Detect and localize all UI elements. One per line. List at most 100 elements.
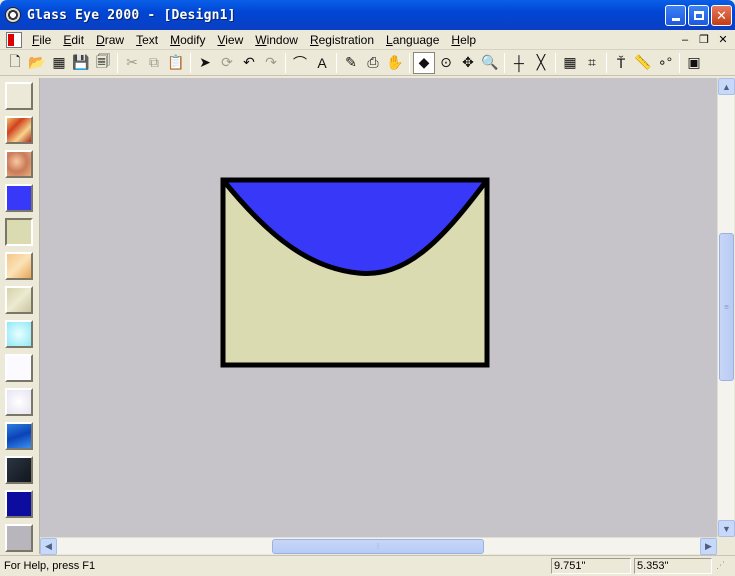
palette-swatch-streaky-red[interactable] — [5, 116, 33, 144]
cross-button[interactable]: ╳ — [530, 52, 552, 74]
glass-palette — [0, 78, 40, 554]
menu-registration[interactable]: Registration — [304, 33, 380, 47]
maximize-button[interactable] — [688, 5, 709, 26]
palette-swatch-dark-slate[interactable] — [5, 456, 33, 484]
menu-window[interactable]: Window — [249, 33, 304, 47]
grid-show-button[interactable]: ▦ — [559, 52, 581, 74]
line-button[interactable]: ┼ — [508, 52, 530, 74]
move-button[interactable]: ✥ — [457, 52, 479, 74]
design-drawing[interactable] — [40, 78, 717, 537]
nodes-button[interactable]: ∘° — [654, 52, 676, 74]
horizontal-scroll-thumb[interactable]: ⦙ — [272, 539, 484, 554]
menu-file[interactable]: File — [26, 33, 57, 47]
menu-modify[interactable]: Modify — [164, 33, 211, 47]
save-button[interactable]: 💾 — [70, 52, 92, 74]
toolbar-separator — [285, 52, 286, 73]
toolbar-separator — [555, 52, 556, 73]
palette-swatch-light-cyan[interactable] — [5, 320, 33, 348]
scroll-down-button[interactable]: ▼ — [718, 520, 735, 537]
grid-button[interactable]: ▦ — [48, 52, 70, 74]
maximize-icon — [693, 11, 704, 20]
mdi-minimize-button[interactable]: – — [677, 32, 693, 47]
grip-icon: ≡ — [724, 302, 729, 312]
horizontal-scrollbar[interactable]: ◀ ⦙ ▶ — [40, 537, 717, 555]
new-file-icon: 🗋 — [9, 52, 21, 69]
palette-swatch-white[interactable] — [5, 354, 33, 382]
print-preview-button[interactable]: 🗐 — [92, 52, 114, 74]
stamp-button[interactable]: ⎙ — [362, 52, 384, 74]
undo-button[interactable]: ↶ — [238, 52, 260, 74]
open-folder-button[interactable]: 📂 — [26, 52, 48, 74]
vertical-scroll-thumb[interactable]: ≡ — [719, 233, 734, 381]
close-button[interactable]: ✕ — [711, 5, 732, 26]
palette-swatch-blue[interactable] — [5, 184, 33, 212]
status-x-coordinate: 9.751" — [551, 558, 631, 574]
status-bar: For Help, press F1 9.751" 5.353" ⋰ — [0, 555, 735, 576]
scroll-up-button[interactable]: ▲ — [718, 78, 735, 95]
palette-swatch-navy[interactable] — [5, 490, 33, 518]
scroll-corner — [717, 537, 734, 554]
menu-label: ext — [142, 32, 159, 47]
redo-icon: ↷ — [265, 54, 277, 70]
save-icon: 💾 — [72, 54, 90, 70]
zoom-button[interactable]: 🔍 — [479, 52, 501, 74]
menu-help[interactable]: Help — [445, 33, 482, 47]
redo-button[interactable]: ↷ — [260, 52, 282, 74]
rotate-button[interactable]: ⟳ — [216, 52, 238, 74]
design-canvas[interactable] — [40, 78, 717, 537]
mdi-close-button[interactable]: ✕ — [715, 32, 731, 47]
hand-button[interactable]: ✋ — [384, 52, 406, 74]
pencil-button[interactable]: ✎ — [340, 52, 362, 74]
palette-swatch-cream[interactable] — [5, 218, 33, 246]
minimize-icon — [671, 18, 680, 21]
menu-view[interactable]: View — [211, 33, 249, 47]
menu-text[interactable]: Text — [130, 33, 164, 47]
app-icon[interactable] — [5, 7, 21, 23]
fill-bucket-icon: ◆ — [418, 54, 430, 70]
menu-label: elp — [460, 32, 477, 47]
scroll-right-button[interactable]: ▶ — [700, 538, 717, 555]
grip-icon: ⦙ — [377, 541, 379, 551]
text-cursor-button[interactable]: Ť — [610, 52, 632, 74]
menu-language[interactable]: Language — [380, 33, 445, 47]
palette-swatch-opal-white[interactable] — [5, 388, 33, 416]
snap-button[interactable]: ⌗ — [581, 52, 603, 74]
copy-button[interactable]: ⧉ — [143, 52, 165, 74]
palette-swatch-gray[interactable] — [5, 524, 33, 552]
mdi-restore-button[interactable]: ❐ — [696, 32, 712, 47]
cut-button[interactable]: ✂ — [121, 52, 143, 74]
palette-swatch-beige-texture[interactable] — [5, 286, 33, 314]
status-y-coordinate: 5.353" — [634, 558, 712, 574]
vertical-scrollbar[interactable]: ▲ ≡ ▼ — [717, 78, 735, 537]
toolbar-separator — [117, 52, 118, 73]
menu-mnemonic: D — [96, 32, 105, 47]
text-tool-button[interactable]: A — [311, 52, 333, 74]
new-file-button[interactable]: 🗋 — [4, 52, 26, 74]
menu-label: odify — [180, 32, 206, 47]
document-icon[interactable] — [6, 31, 22, 48]
palette-swatch-peach-texture[interactable] — [5, 252, 33, 280]
select-arrow-button[interactable]: ➤ — [194, 52, 216, 74]
print-preview-icon: 🗐 — [96, 52, 110, 69]
close-icon: ✕ — [716, 8, 727, 23]
menu-draw[interactable]: Draw — [90, 33, 130, 47]
paste-button[interactable]: 📋 — [165, 52, 187, 74]
title-bar[interactable]: Glass Eye 2000 - [Design1] ✕ — [0, 0, 735, 30]
palette-swatch-empty[interactable] — [5, 82, 33, 110]
arrow-left-icon: ◀ — [45, 541, 52, 551]
ruler-button[interactable]: 📏 — [632, 52, 654, 74]
scroll-left-button[interactable]: ◀ — [40, 538, 57, 555]
fill-bucket-button[interactable]: ◆ — [413, 51, 435, 74]
pattern-button[interactable]: ▣ — [683, 52, 705, 74]
palette-swatch-amber-mottled[interactable] — [5, 150, 33, 178]
menu-edit[interactable]: Edit — [57, 33, 90, 47]
target-button[interactable]: ⊙ — [435, 52, 457, 74]
cross-icon: ╳ — [536, 54, 546, 70]
minimize-button[interactable] — [665, 5, 686, 26]
curve-tool-button[interactable]: ⌒ — [289, 52, 311, 74]
open-folder-icon: 📂 — [28, 54, 46, 70]
arrow-down-icon: ▼ — [722, 523, 731, 534]
palette-swatch-blue-ripple[interactable] — [5, 422, 33, 450]
undo-icon: ↶ — [243, 54, 255, 70]
resize-grip-icon[interactable]: ⋰ — [716, 560, 732, 574]
